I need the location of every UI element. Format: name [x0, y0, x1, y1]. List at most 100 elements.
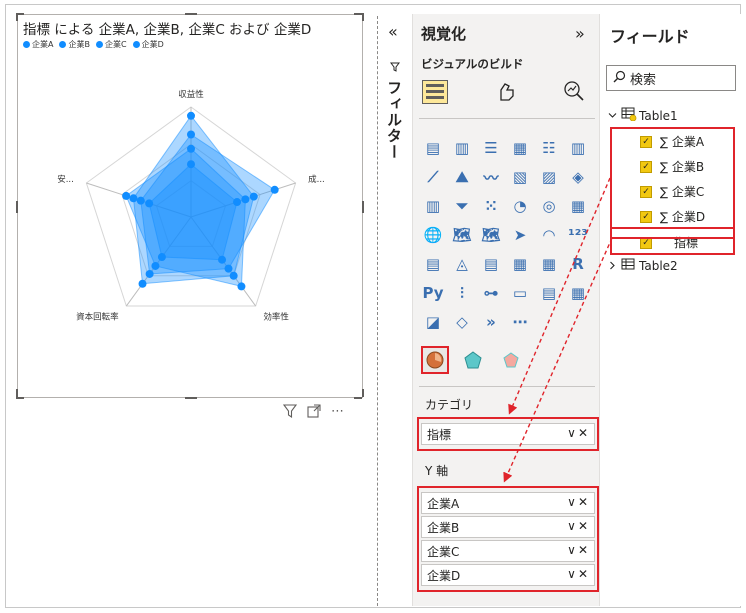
visual-type-icon[interactable]: 〰	[479, 165, 503, 189]
radar-data-point[interactable]	[129, 194, 138, 203]
radar-data-point[interactable]	[229, 271, 238, 280]
visual-type-icon[interactable]: Py	[421, 281, 445, 305]
radar-data-point[interactable]	[270, 185, 279, 194]
radar-data-point[interactable]	[233, 198, 242, 207]
visual-type-icon[interactable]: ◪	[421, 310, 445, 334]
radar-data-point[interactable]	[145, 199, 154, 208]
collapse-visualizations-icon[interactable]: »	[575, 24, 585, 43]
visual-type-icon[interactable]: ⟋	[421, 165, 445, 189]
format-visual-tab[interactable]	[493, 80, 519, 104]
visual-type-icon[interactable]: ⁙	[479, 194, 503, 218]
radar-data-point[interactable]	[136, 196, 145, 205]
visual-type-icon[interactable]: ▨	[537, 165, 561, 189]
chevron-right-icon[interactable]	[608, 259, 617, 273]
radar-visual[interactable]: 指標 による 企業A, 企業B, 企業C および 企業D 企業A 企業B 企業C…	[16, 13, 364, 399]
chip-expand-remove-icon[interactable]: ∨✕	[567, 567, 590, 581]
visual-type-icon[interactable]: ⫶	[450, 281, 474, 305]
filter-pane-collapsed[interactable]: « フィルター	[380, 14, 408, 604]
radar-data-point[interactable]	[151, 261, 160, 270]
visual-type-icon[interactable]: ▧	[508, 165, 532, 189]
chip-expand-remove-icon[interactable]: ∨✕	[567, 495, 590, 509]
visual-type-icon[interactable]: ◈	[566, 165, 590, 189]
field-chip-y-b[interactable]: 企業B ∨✕	[421, 516, 595, 538]
visual-type-icon[interactable]: ▦	[508, 252, 532, 276]
visual-type-icon[interactable]: ➤	[508, 223, 532, 247]
radar-data-point[interactable]	[138, 279, 147, 288]
build-visual-tab[interactable]	[422, 80, 448, 104]
radar-axis-label: 効率性	[263, 312, 289, 323]
radar-axis-label: 収益性	[178, 89, 204, 100]
visual-type-icon[interactable]: ▦	[566, 194, 590, 218]
gallery-divider	[419, 386, 595, 387]
visual-type-icon[interactable]: ▦	[566, 281, 590, 305]
radar-data-point[interactable]	[218, 255, 227, 264]
visual-type-icon[interactable]: ☷	[537, 136, 561, 160]
visual-type-icon[interactable]: ▦	[508, 136, 532, 160]
visual-type-icon[interactable]: ▤	[421, 252, 445, 276]
field-chip-y-c[interactable]: 企業C ∨✕	[421, 540, 595, 562]
visual-type-icon[interactable]: ▥	[421, 194, 445, 218]
visual-type-icon[interactable]: ¹²³	[566, 223, 590, 247]
visual-type-icon[interactable]: ▥	[566, 136, 590, 160]
filter-icon[interactable]	[282, 404, 298, 422]
table1-node[interactable]: Table1	[608, 107, 678, 124]
visual-type-icon[interactable]: ▦	[537, 252, 561, 276]
radar-data-point[interactable]	[157, 253, 166, 262]
highlight-box-indicator-field	[610, 227, 735, 255]
radar-data-point[interactable]	[241, 195, 250, 204]
radar-data-point[interactable]	[145, 269, 154, 278]
visual-type-icon[interactable]: 🗺	[450, 223, 474, 247]
visual-type-icon[interactable]: ◇	[450, 310, 474, 334]
visual-type-icon[interactable]: ▤	[421, 136, 445, 160]
radar-data-point[interactable]	[187, 130, 195, 139]
category-well[interactable]: 指標 ∨✕	[417, 417, 599, 451]
custom-visual-icon-3[interactable]	[497, 346, 525, 374]
visual-type-icon[interactable]: »	[479, 310, 503, 334]
visual-type-icon[interactable]: ☰	[479, 136, 503, 160]
radar-data-point[interactable]	[224, 264, 233, 273]
visual-type-icon[interactable]: ⏷	[450, 194, 474, 218]
analytics-tab[interactable]	[561, 80, 587, 104]
visual-type-icon[interactable]: ◎	[537, 194, 561, 218]
search-placeholder: 検索	[630, 72, 657, 88]
filter-funnel-icon	[390, 62, 400, 75]
table2-node[interactable]: Table2	[608, 258, 678, 273]
visual-type-icon[interactable]: ⛰	[450, 165, 474, 189]
visual-type-icon[interactable]: 🌐	[421, 223, 445, 247]
visual-type-icon[interactable]: ▤	[537, 281, 561, 305]
radar-data-point[interactable]	[122, 191, 131, 200]
radar-data-point[interactable]	[237, 282, 246, 291]
radar-data-point[interactable]	[187, 111, 195, 120]
custom-visual-icon-2[interactable]	[459, 346, 487, 374]
visual-type-icon[interactable]: ▭	[508, 281, 532, 305]
visual-type-icon[interactable]: ⋯	[508, 310, 532, 334]
radar-data-point[interactable]	[187, 144, 195, 153]
table-name: Table1	[639, 108, 678, 123]
chip-expand-remove-icon[interactable]: ∨✕	[567, 543, 590, 557]
field-chip-category[interactable]: 指標 ∨✕	[421, 423, 595, 445]
visual-type-icon[interactable]: ◠	[537, 223, 561, 247]
field-chip-y-d[interactable]: 企業D ∨✕	[421, 564, 595, 586]
visual-type-icon[interactable]: ▥	[450, 136, 474, 160]
visual-type-icon[interactable]: ⊶	[479, 281, 503, 305]
radar-chart-visual-icon[interactable]	[421, 346, 449, 374]
visual-type-icon[interactable]: ◬	[450, 252, 474, 276]
chevron-down-icon[interactable]	[608, 109, 617, 123]
y-axis-well[interactable]: 企業A ∨✕ 企業B ∨✕ 企業C ∨✕ 企業D ∨✕	[417, 486, 599, 592]
focus-mode-icon[interactable]	[307, 404, 321, 422]
search-icon	[613, 70, 626, 87]
field-chip-label: 企業D	[427, 568, 461, 583]
radar-data-point[interactable]	[249, 192, 258, 201]
visual-type-icon[interactable]: ▤	[479, 252, 503, 276]
visual-type-icon[interactable]: R	[566, 252, 590, 276]
more-options-icon[interactable]: ⋯	[331, 404, 344, 422]
field-chip-y-a[interactable]: 企業A ∨✕	[421, 492, 595, 514]
visual-type-icon[interactable]: ◔	[508, 194, 532, 218]
radar-data-point[interactable]	[187, 160, 195, 169]
radar-chart: 収益性成... 効率性 資本回転率 安...	[57, 89, 325, 323]
expand-filters-icon[interactable]: «	[388, 22, 398, 41]
fields-search-input[interactable]: 検索	[606, 65, 736, 91]
chip-expand-remove-icon[interactable]: ∨✕	[567, 426, 590, 440]
visual-type-icon[interactable]: 🗺	[479, 223, 503, 247]
chip-expand-remove-icon[interactable]: ∨✕	[567, 519, 590, 533]
